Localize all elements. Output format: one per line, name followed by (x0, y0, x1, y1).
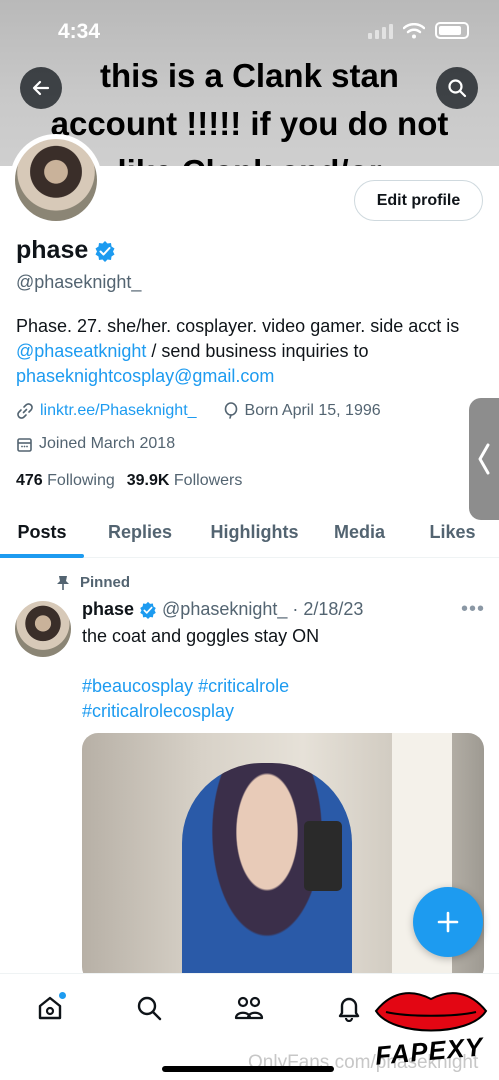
followers-label: Followers (173, 472, 243, 489)
profile-name: phase (16, 236, 89, 264)
balloon-icon (224, 402, 237, 419)
verified-badge-icon (95, 240, 115, 262)
bio-text-2: / send business inquiries to (146, 341, 369, 361)
avatar-image (15, 139, 97, 221)
profile-meta-row: linktr.ee/Phaseknight_ Born April 15, 19… (16, 402, 381, 420)
plus-icon (437, 911, 459, 933)
joined-text: Joined March 2018 (39, 435, 176, 452)
nav-home[interactable] (34, 992, 66, 1024)
post-author-handle[interactable]: @phaseknight_ (162, 599, 287, 620)
status-bar: 4:34 (0, 0, 499, 52)
post-author-name[interactable]: phase (82, 599, 134, 620)
profile-tabs: Posts Replies Highlights Media Likes (0, 507, 499, 558)
nav-communities[interactable] (233, 992, 265, 1024)
side-drawer-handle[interactable] (469, 398, 499, 520)
wifi-icon (403, 22, 425, 38)
post-body: the coat and goggles stay ON #beaucospla… (82, 624, 482, 724)
nav-search[interactable] (133, 992, 165, 1024)
website-link[interactable]: linktr.ee/Phaseknight_ (40, 402, 197, 420)
search-button[interactable] (436, 67, 478, 109)
tab-posts[interactable]: Posts (0, 507, 84, 558)
search-icon (448, 79, 467, 98)
more-options-icon[interactable]: ••• (461, 598, 485, 621)
post-date[interactable]: · 2/18/23 (292, 599, 363, 620)
profile-bio: Phase. 27. she/her. cosplayer. video gam… (16, 314, 491, 389)
post-hashtags-1[interactable]: #beaucosplay #criticalrole (82, 674, 482, 699)
banner-text: this is a Clank stan account !!!!! if yo… (50, 57, 449, 166)
bell-icon (338, 997, 360, 1022)
birthday-text: Born April 15, 1996 (244, 402, 381, 419)
back-button[interactable] (20, 67, 62, 109)
tab-media[interactable]: Media (313, 507, 406, 557)
nav-notifications[interactable] (333, 992, 365, 1024)
followers-count: 39.9K (126, 472, 170, 489)
signal-icon (368, 23, 393, 39)
notification-dot (59, 992, 66, 999)
tab-replies[interactable]: Replies (84, 507, 196, 557)
follow-stats: 476 Following 39.9K Followers (16, 472, 242, 490)
profile-handle: @phaseknight_ (16, 272, 142, 292)
profile-avatar[interactable] (10, 134, 102, 226)
chevron-left-icon (478, 443, 490, 475)
bio-text: Phase. 27. she/her. cosplayer. video gam… (16, 316, 460, 336)
profile-name-row: phase (16, 236, 116, 265)
joined-row: Joined March 2018 (16, 435, 175, 453)
image-phone (304, 821, 342, 891)
verified-badge-icon (140, 601, 156, 619)
following-label: Following (47, 472, 115, 489)
edit-profile-button[interactable]: Edit profile (354, 180, 483, 221)
search-icon (137, 996, 162, 1021)
pin-icon (57, 575, 69, 590)
communities-icon (234, 996, 264, 1020)
post-hashtags-2[interactable]: #criticalrolecosplay (82, 699, 482, 724)
compose-button[interactable] (413, 887, 483, 957)
post-text: the coat and goggles stay ON (82, 626, 320, 646)
arrow-left-icon (32, 80, 50, 96)
bio-mention-link[interactable]: @phaseatknight (16, 341, 146, 361)
post-header: phase @phaseknight_ · 2/18/23 (82, 599, 363, 620)
battery-icon (435, 22, 469, 39)
bio-email-link[interactable]: phaseknightcosplay@gmail.com (16, 366, 274, 386)
home-indicator (162, 1066, 334, 1072)
pinned-label: Pinned (80, 574, 131, 591)
calendar-icon (17, 437, 32, 452)
tab-highlights[interactable]: Highlights (196, 507, 313, 557)
following-count: 476 (16, 472, 43, 489)
pinned-label-row: Pinned (56, 574, 130, 591)
followers-link[interactable]: 39.9K Followers (127, 472, 243, 490)
post-avatar[interactable] (15, 601, 71, 657)
link-icon (17, 403, 33, 419)
status-time: 4:34 (58, 20, 101, 43)
following-link[interactable]: 476 Following (16, 472, 115, 490)
status-icons (368, 22, 469, 39)
